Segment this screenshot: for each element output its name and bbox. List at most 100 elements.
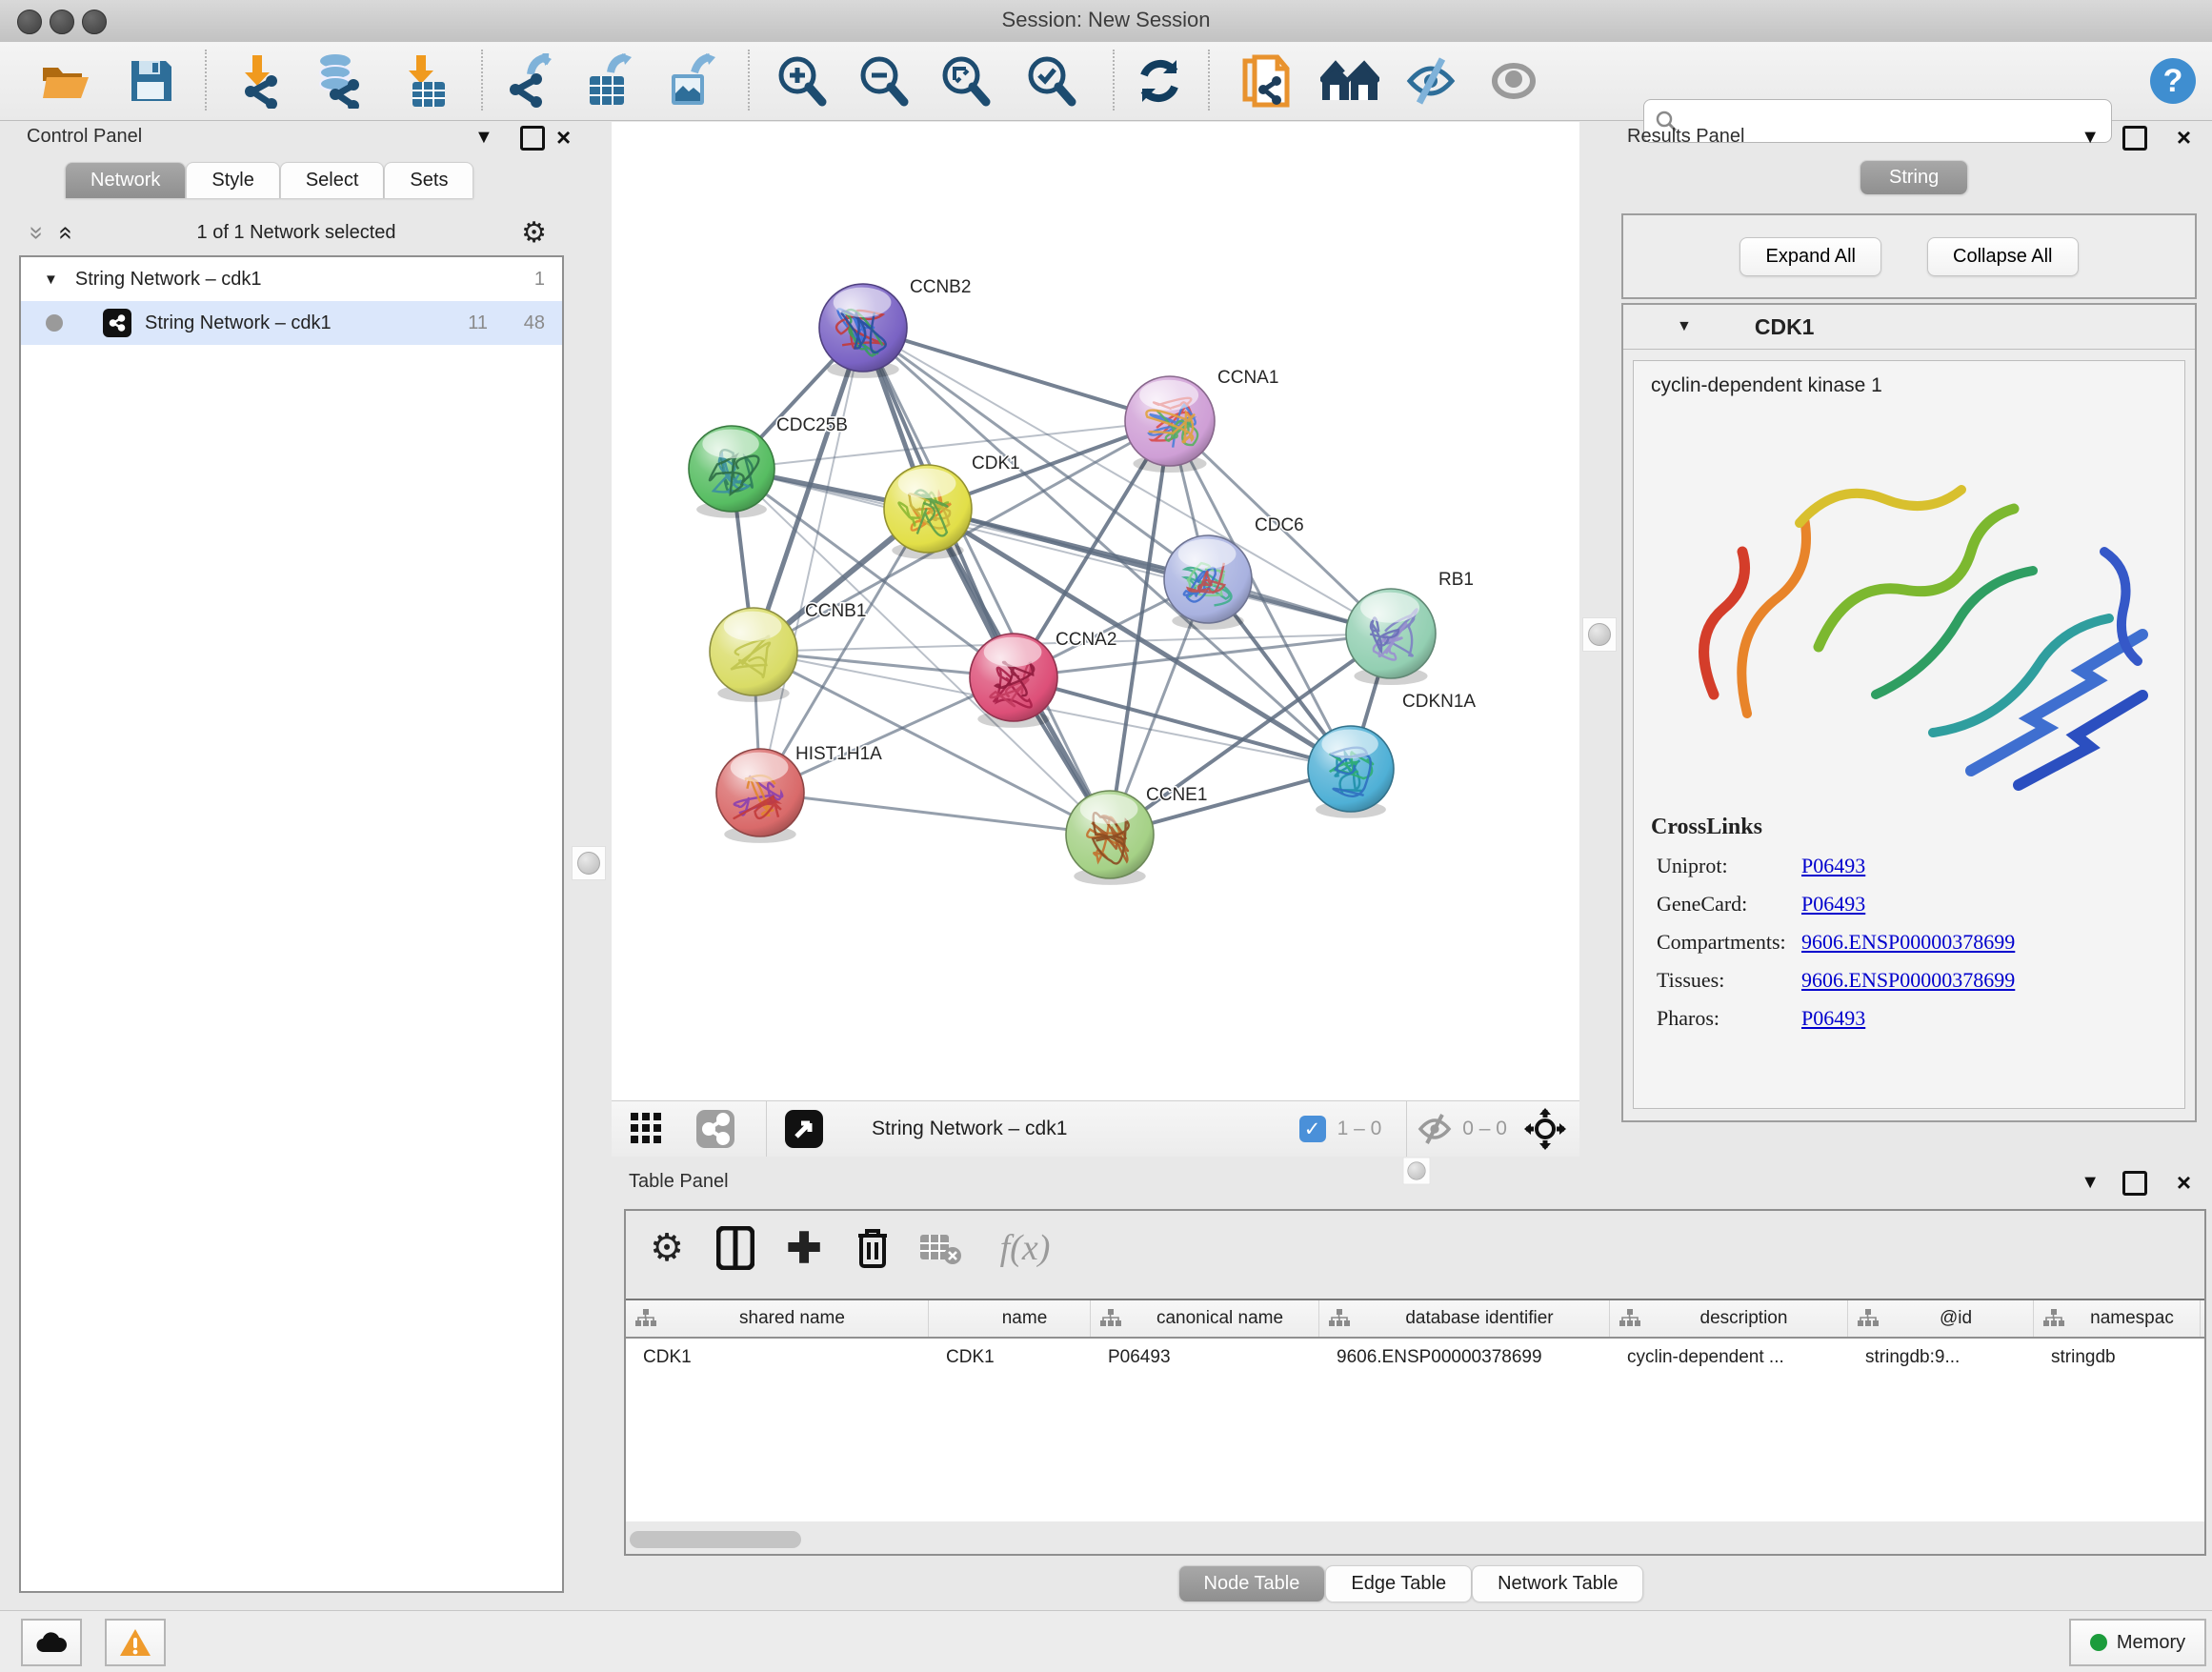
- table-panel-collapse-icon[interactable]: ▼: [2081, 1173, 2100, 1192]
- column-header-name[interactable]: name: [929, 1300, 1091, 1337]
- network-edge[interactable]: [760, 793, 1110, 835]
- table-cell[interactable]: stringdb:9...: [1848, 1339, 2034, 1377]
- zoom-selected-button[interactable]: [1019, 50, 1082, 112]
- table-settings-gear-icon[interactable]: ⚙: [639, 1220, 694, 1276]
- memory-button[interactable]: Memory: [2069, 1619, 2206, 1666]
- tab-select[interactable]: Select: [280, 162, 385, 198]
- zoom-fit-button[interactable]: [934, 50, 996, 112]
- results-panel-float-icon[interactable]: [2122, 126, 2147, 151]
- refresh-layout-button[interactable]: [1128, 50, 1191, 112]
- zoom-in-icon: [774, 54, 828, 108]
- show-hidden-button[interactable]: [1482, 50, 1545, 112]
- network-row[interactable]: String Network – cdk1 11 48: [21, 301, 562, 345]
- open-session-button[interactable]: [34, 50, 97, 112]
- network-node-hist1h1a[interactable]: [716, 749, 804, 843]
- gene-name: CDK1: [1755, 314, 1815, 340]
- zoom-out-button[interactable]: [852, 50, 915, 112]
- tab-sets[interactable]: Sets: [384, 162, 473, 198]
- network-edge[interactable]: [760, 328, 863, 793]
- grid-view-icon[interactable]: [619, 1101, 674, 1157]
- column-header--id[interactable]: @id: [1848, 1300, 2034, 1337]
- table-cell[interactable]: CDK1: [626, 1339, 929, 1377]
- hidden-eye-icon[interactable]: [1417, 1114, 1453, 1144]
- column-header-canonical-name[interactable]: canonical name: [1091, 1300, 1319, 1337]
- control-panel-collapse-icon[interactable]: ▼: [474, 128, 493, 147]
- control-panel-close-icon[interactable]: ×: [556, 125, 571, 150]
- table-cell[interactable]: stringdb: [2034, 1339, 2201, 1377]
- export-image-button[interactable]: [659, 50, 722, 112]
- table-cell[interactable]: cyclin-dependent ...: [1610, 1339, 1848, 1377]
- crosslink-label: Uniprot:: [1657, 854, 1801, 878]
- warnings-button[interactable]: [105, 1619, 166, 1666]
- table-cell[interactable]: P06493: [1091, 1339, 1319, 1377]
- show-columns-icon[interactable]: [708, 1220, 763, 1276]
- collection-expand-icon[interactable]: ▼: [44, 272, 58, 288]
- table-panel-float-icon[interactable]: [2122, 1171, 2147, 1196]
- network-edge[interactable]: [863, 328, 1170, 421]
- network-node-ccnb2[interactable]: [819, 284, 907, 378]
- crosslink-link[interactable]: P06493: [1801, 1006, 1865, 1031]
- network-edge[interactable]: [928, 509, 1391, 634]
- table-cell[interactable]: 9606.ENSP00000378699: [1319, 1339, 1610, 1377]
- add-column-plus-icon[interactable]: ✚: [776, 1220, 832, 1276]
- column-header-database-identifier[interactable]: database identifier: [1319, 1300, 1610, 1337]
- column-header-namespac[interactable]: namespac: [2034, 1300, 2201, 1337]
- network-options-gear-icon[interactable]: ⚙: [521, 216, 547, 250]
- network-node-rb1[interactable]: [1346, 589, 1436, 685]
- table-cell[interactable]: CDK1: [929, 1339, 1091, 1377]
- horizontal-scrollbar[interactable]: [630, 1531, 801, 1548]
- import-table-button[interactable]: [392, 50, 455, 112]
- share-view-icon[interactable]: [688, 1101, 743, 1157]
- string-network-graph[interactable]: CCNB2CCNA1CDC25BCDK1CDC6RB1CCNB1CCNA2CDK…: [612, 122, 1579, 1100]
- fit-content-crosshair-icon[interactable]: [1524, 1108, 1566, 1150]
- table-panel-close-icon[interactable]: ×: [2177, 1170, 2191, 1195]
- section-expand-icon[interactable]: ▼: [1677, 318, 1692, 335]
- control-panel-float-icon[interactable]: [520, 126, 545, 151]
- table-row[interactable]: CDK1CDK1P064939606.ENSP00000378699cyclin…: [626, 1339, 2204, 1377]
- expand-all-button[interactable]: Expand All: [1739, 237, 1881, 276]
- import-database-button[interactable]: [307, 50, 370, 112]
- network-node-ccna1[interactable]: [1125, 376, 1215, 473]
- help-button[interactable]: ?: [2142, 50, 2204, 112]
- network-node-cdc25b[interactable]: [689, 426, 774, 518]
- delete-column-trash-icon[interactable]: [845, 1220, 900, 1276]
- delete-table-icon[interactable]: [914, 1220, 969, 1276]
- collapse-all-icon[interactable]: »: [23, 226, 52, 239]
- tab-network-table[interactable]: Network Table: [1472, 1565, 1643, 1601]
- left-splitter-handle[interactable]: [572, 846, 606, 880]
- node-label-cdk1: CDK1: [972, 453, 1020, 473]
- network-node-cdc6[interactable]: [1164, 535, 1252, 630]
- network-node-cdkn1a[interactable]: [1308, 726, 1394, 818]
- crosslink-link[interactable]: P06493: [1801, 854, 1865, 878]
- tab-edge-table[interactable]: Edge Table: [1325, 1565, 1472, 1601]
- clone-network-button[interactable]: [1235, 50, 1297, 112]
- save-session-button[interactable]: [120, 50, 183, 112]
- collapse-all-button[interactable]: Collapse All: [1927, 237, 2079, 276]
- network-collection-row[interactable]: ▼ String Network – cdk1 1: [21, 257, 562, 301]
- cloud-button[interactable]: [21, 1619, 82, 1666]
- column-header-description[interactable]: description: [1610, 1300, 1848, 1337]
- selected-checkbox-icon[interactable]: ✓: [1299, 1116, 1326, 1142]
- column-header-shared-name[interactable]: shared name: [626, 1300, 929, 1337]
- export-network-button[interactable]: [497, 50, 560, 112]
- tab-style[interactable]: Style: [186, 162, 279, 198]
- tab-node-table[interactable]: Node Table: [1178, 1565, 1326, 1601]
- hide-selected-button[interactable]: [1400, 50, 1463, 112]
- tab-string[interactable]: String: [1860, 160, 1968, 194]
- gene-section-header[interactable]: ▼ CDK1: [1623, 305, 2195, 350]
- show-all-button[interactable]: [1318, 50, 1381, 112]
- network-canvas[interactable]: CCNB2CCNA1CDC25BCDK1CDC6RB1CCNB1CCNA2CDK…: [612, 122, 1579, 1100]
- results-panel-close-icon[interactable]: ×: [2177, 125, 2191, 150]
- zoom-in-button[interactable]: [770, 50, 833, 112]
- network-node-ccne1[interactable]: [1066, 791, 1154, 885]
- tab-network[interactable]: Network: [65, 162, 186, 198]
- export-table-button[interactable]: [577, 50, 640, 112]
- crosslink-link[interactable]: 9606.ENSP00000378699: [1801, 930, 2015, 955]
- function-builder-icon[interactable]: f(x): [982, 1220, 1068, 1276]
- expand-all-icon[interactable]: »: [50, 226, 79, 239]
- birdseye-view-icon[interactable]: [776, 1101, 832, 1157]
- import-network-button[interactable]: [227, 50, 290, 112]
- crosslink-link[interactable]: P06493: [1801, 892, 1865, 917]
- results-panel-collapse-icon[interactable]: ▼: [2081, 128, 2100, 147]
- crosslink-link[interactable]: 9606.ENSP00000378699: [1801, 968, 2015, 993]
